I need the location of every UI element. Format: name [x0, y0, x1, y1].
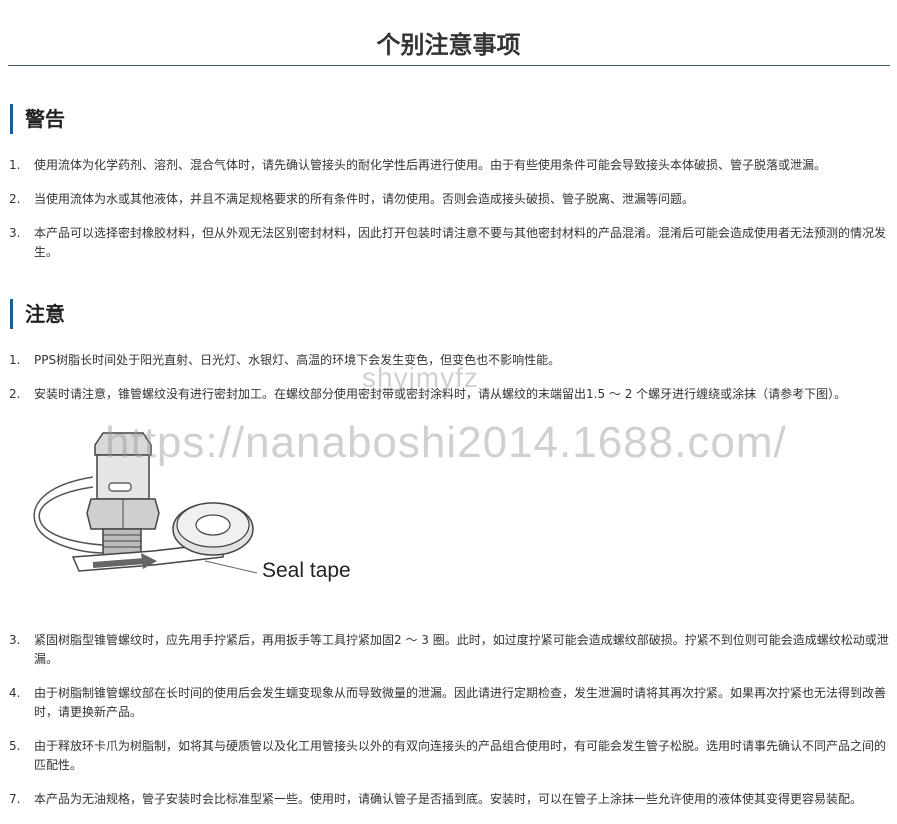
item-text: 本产品为无油规格，管子安装时会比标准型紧一些。使用时，请确认管子是否插到底。安装…: [34, 792, 863, 806]
list-item: 1. 使用流体为化学药剂、溶剂、混合气体时，请先确认管接头的耐化学性后再进行使用…: [0, 156, 897, 175]
fitting-body: [96, 454, 150, 500]
item-number: 4.: [9, 686, 21, 700]
item-number: 5.: [9, 739, 21, 753]
caution-heading: 注意: [10, 299, 65, 329]
item-number: 3.: [9, 226, 21, 240]
list-item: 7. 本产品为无油规格，管子安装时会比标准型紧一些。使用时，请确认管子是否插到底…: [0, 790, 897, 809]
list-item: 2. 安装时请注意，锥管螺纹没有进行密封加工。在螺纹部分使用密封带或密封涂料时，…: [0, 385, 897, 404]
item-number: 1.: [9, 353, 21, 367]
warning-list: 1. 使用流体为化学药剂、溶剂、混合气体时，请先确认管接头的耐化学性后再进行使用…: [0, 156, 897, 262]
fitting-window: [108, 482, 132, 492]
tape-roll-core: [195, 514, 231, 536]
item-text: 使用流体为化学药剂、溶剂、混合气体时，请先确认管接头的耐化学性后再进行使用。由于…: [34, 158, 827, 172]
item-text: 紧固树脂型锥管螺纹时，应先用手拧紧后，再用扳手等工具拧紧加固2 ～ 3 圈。此时…: [34, 633, 889, 666]
label-leader-line: [204, 560, 258, 574]
caution-list-top: 1. PPS树脂长时间处于阳光直射、日光灯、水银灯、高温的环境下会发生变色，但变…: [0, 351, 897, 404]
item-text: 本产品可以选择密封橡胶材料，但从外观无法区别密封材料，因此打开包装时请注意不要与…: [34, 226, 887, 259]
item-number: 2.: [9, 192, 21, 206]
list-item: 3. 紧固树脂型锥管螺纹时，应先用手拧紧后，再用扳手等工具拧紧加固2 ～ 3 圈…: [0, 631, 897, 669]
wrap-arrow: [92, 558, 146, 568]
item-text: 由于树脂制锥管螺纹部在长时间的使用后会发生蠕变现象从而导致微量的泄漏。因此请进行…: [34, 686, 887, 719]
list-item: 1. PPS树脂长时间处于阳光直射、日光灯、水银灯、高温的环境下会发生变色，但变…: [0, 351, 897, 370]
item-number: 1.: [9, 158, 21, 172]
warning-heading: 警告: [10, 104, 65, 134]
fitting-cap: [94, 432, 152, 456]
caution-list-bottom: 3. 紧固树脂型锥管螺纹时，应先用手拧紧后，再用扳手等工具拧紧加固2 ～ 3 圈…: [0, 631, 897, 809]
item-text: 安装时请注意，锥管螺纹没有进行密封加工。在螺纹部分使用密封带或密封涂料时，请从螺…: [34, 387, 847, 401]
seal-tape-label: Seal tape: [262, 559, 351, 582]
item-number: 2.: [9, 387, 21, 401]
page-title: 个别注意事项: [376, 31, 521, 60]
seal-tape-illustration: Seal tape: [33, 432, 351, 582]
list-item: 5. 由于释放环卡爪为树脂制，如将其与硬质管以及化工用管接头以外的有双向连接头的…: [0, 737, 897, 775]
item-number: 7.: [9, 792, 21, 806]
item-number: 3.: [9, 633, 21, 647]
list-item: 4. 由于树脂制锥管螺纹部在长时间的使用后会发生蠕变现象从而导致微量的泄漏。因此…: [0, 684, 897, 722]
list-item: 2. 当使用流体为水或其他液体，并且不满足规格要求的所有条件时，请勿使用。否则会…: [0, 190, 897, 209]
item-text: 由于释放环卡爪为树脂制，如将其与硬质管以及化工用管接头以外的有双向连接头的产品组…: [34, 739, 887, 772]
item-text: PPS树脂长时间处于阳光直射、日光灯、水银灯、高温的环境下会发生变色，但变色也不…: [34, 353, 561, 367]
list-item: 3. 本产品可以选择密封橡胶材料，但从外观无法区别密封材料，因此打开包装时请注意…: [0, 224, 897, 262]
item-text: 当使用流体为水或其他液体，并且不满足规格要求的所有条件时，请勿使用。否则会造成接…: [34, 192, 695, 206]
title-divider: [8, 65, 890, 66]
